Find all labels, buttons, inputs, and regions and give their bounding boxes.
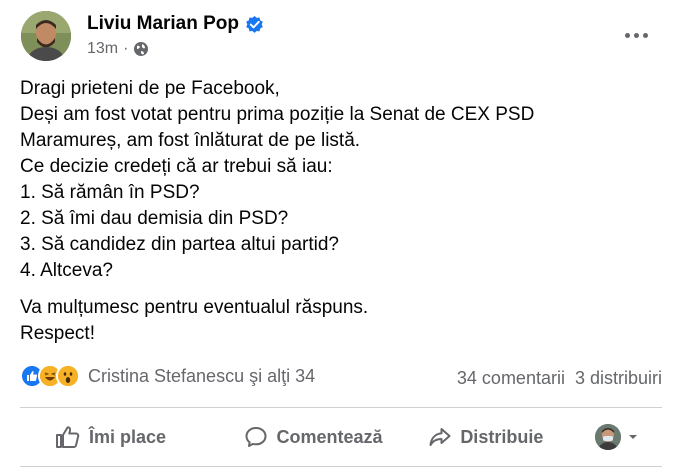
post-text: Dragi prieteni de pe Facebook, Deși am f…	[20, 76, 660, 347]
post-line: Maramureș, am fost înlăturat de pe listă…	[20, 130, 361, 151]
author-avatar[interactable]	[21, 11, 71, 61]
author-name-row: Liviu Marian Pop	[87, 13, 264, 35]
more-dot	[624, 32, 630, 38]
more-dot	[642, 32, 648, 38]
comments-count[interactable]: 34 comentarii	[457, 368, 565, 389]
shares-count[interactable]: 3 distribuiri	[575, 368, 662, 389]
verified-badge-icon	[245, 15, 264, 34]
reaction-names[interactable]: Cristina Stefanescu şi alţi 34	[88, 366, 315, 387]
divider	[20, 466, 662, 467]
like-button[interactable]: Îmi place	[20, 414, 227, 460]
post-line: 3. Să candidez din partea altui partid?	[20, 234, 339, 255]
chevron-down-icon	[628, 435, 637, 439]
facebook-post: Liviu Marian Pop 13m · Dragi prieteni de…	[0, 0, 682, 473]
more-options-icon[interactable]	[616, 22, 656, 48]
share-button[interactable]: Distribuie	[400, 414, 572, 460]
post-time[interactable]: 13m	[87, 40, 118, 58]
divider	[20, 407, 662, 408]
post-line: 1. Să rămân în PSD?	[20, 182, 200, 203]
share-label: Distribuie	[460, 426, 544, 447]
comment-button[interactable]: Comentează	[227, 414, 399, 460]
audience-selector[interactable]	[572, 424, 662, 450]
comment-label: Comentează	[276, 426, 383, 447]
post-line: 4. Altceva?	[20, 260, 113, 281]
post-line: Va mulțumesc pentru eventualul răspuns.	[20, 297, 369, 318]
globe-icon[interactable]	[133, 41, 149, 57]
post-line: Respect!	[20, 323, 95, 344]
post-line: 2. Să îmi dau demisia din PSD?	[20, 208, 289, 229]
post-line: Ce decizie credeți că ar trebui să iau:	[20, 156, 333, 177]
post-line: Dragi prieteni de pe Facebook,	[20, 78, 280, 99]
post-line: Deși am fost votat pentru prima poziție …	[20, 104, 535, 125]
meta-separator: ·	[123, 40, 129, 57]
like-label: Îmi place	[89, 426, 167, 447]
engagement-counts: 34 comentarii 3 distribuiri	[457, 368, 662, 389]
reactions-summary[interactable]: Cristina Stefanescu şi alţi 34	[20, 364, 315, 388]
wow-reaction-icon	[56, 364, 80, 388]
share-icon	[429, 428, 451, 446]
post-actions: Îmi place Comentează Distribuie	[20, 414, 662, 460]
more-dot	[633, 32, 639, 38]
thumbs-up-icon	[56, 426, 80, 448]
author-name[interactable]: Liviu Marian Pop	[87, 13, 239, 35]
user-avatar	[594, 424, 621, 450]
comment-icon	[245, 427, 267, 447]
post-meta: 13m ·	[87, 40, 149, 58]
